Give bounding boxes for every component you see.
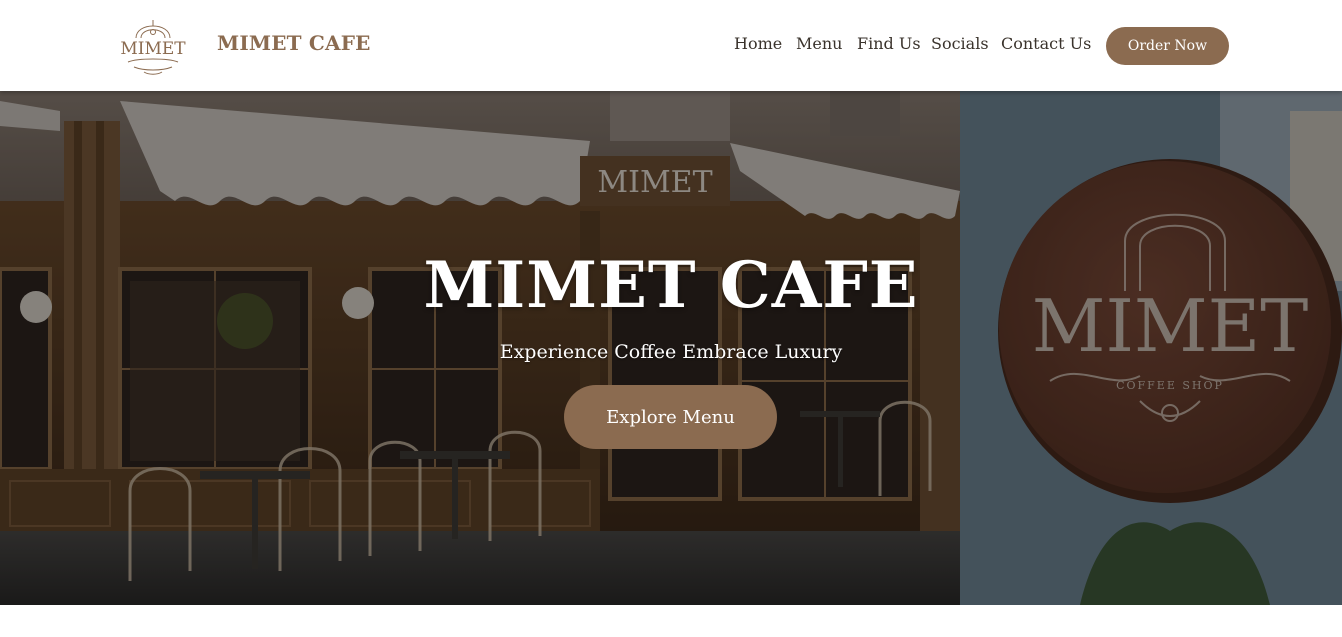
hero-subtitle: Experience Coffee Embrace Luxury: [499, 341, 843, 363]
hero-title: MIMET CAFE: [423, 248, 919, 323]
nav-home[interactable]: Home: [734, 34, 782, 53]
hero-section: MIMET MIMET COFFEE SHOP MIMET CAFE Exper…: [0, 91, 1342, 605]
mimet-logo[interactable]: MIMET: [114, 12, 192, 76]
explore-menu-button[interactable]: Explore Menu: [564, 385, 777, 449]
nav-menu[interactable]: Menu: [796, 34, 842, 53]
order-now-button[interactable]: Order Now: [1106, 27, 1229, 65]
brand-name[interactable]: MIMET CAFE: [217, 31, 371, 55]
nav-find-us[interactable]: Find Us: [857, 34, 921, 53]
site-header: MIMET MIMET CAFE Home Menu Find Us Socia…: [0, 0, 1342, 91]
svg-text:MIMET: MIMET: [120, 39, 186, 59]
nav-contact-us[interactable]: Contact Us: [1001, 34, 1091, 53]
nav-socials[interactable]: Socials: [931, 34, 989, 53]
